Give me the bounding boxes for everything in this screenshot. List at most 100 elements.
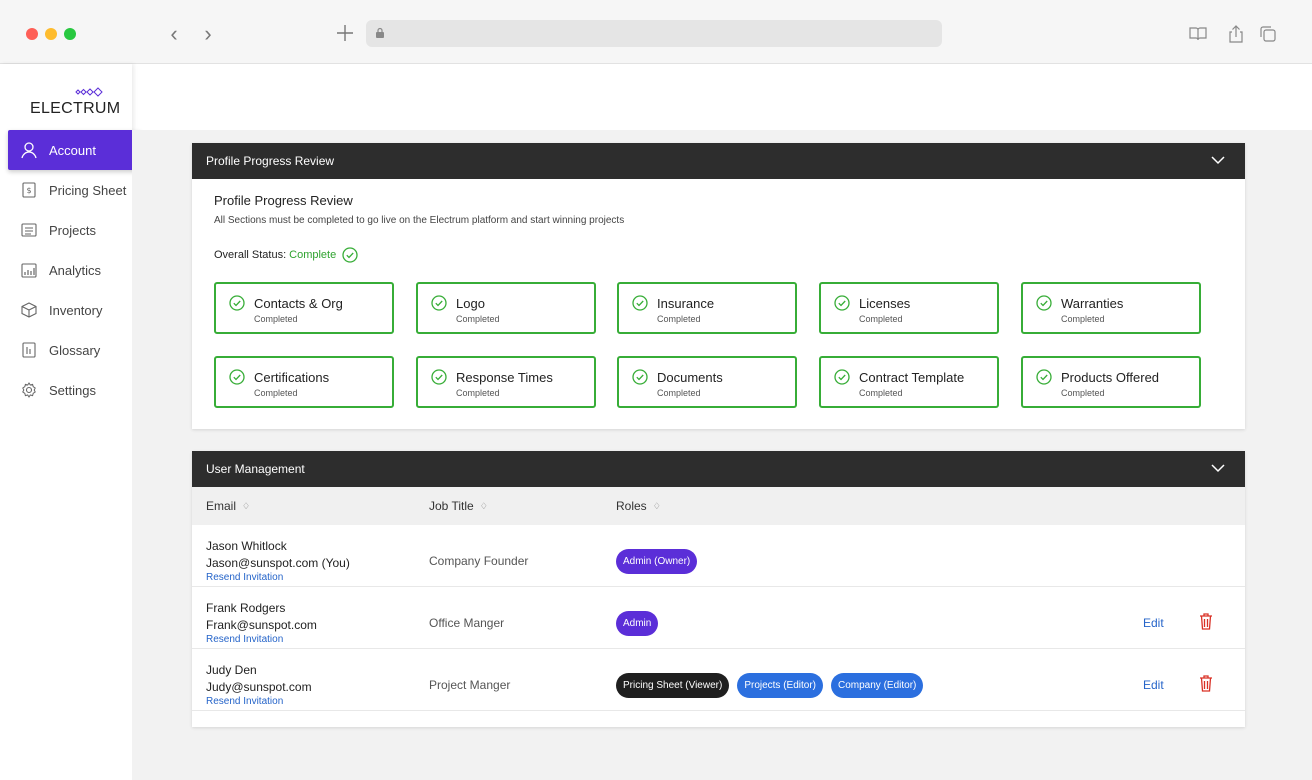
pricing-sheet-icon: $ bbox=[20, 181, 38, 199]
trash-icon[interactable] bbox=[1199, 674, 1213, 692]
section-card[interactable]: Logo Completed bbox=[416, 282, 596, 334]
column-header-email[interactable]: Email ♢ bbox=[206, 499, 250, 513]
sidebar-item-account[interactable]: Account bbox=[8, 130, 141, 170]
main-content: Profile Progress Review Profile Progress… bbox=[132, 130, 1312, 780]
sidebar-item-label: Analytics bbox=[49, 262, 102, 278]
brand-name: ELECTRUM bbox=[30, 100, 121, 117]
check-circle-icon bbox=[431, 295, 447, 311]
forward-arrow-icon[interactable]: › bbox=[198, 22, 218, 46]
sidebar: ELECTRUM Account $ Pricing Sheet Project… bbox=[0, 64, 141, 780]
sidebar-item-label: Inventory bbox=[49, 302, 103, 318]
user-email: Judy@sunspot.com bbox=[206, 680, 312, 694]
user-roles: Admin bbox=[616, 611, 666, 636]
close-window-button[interactable] bbox=[26, 28, 38, 40]
lock-icon bbox=[376, 27, 384, 38]
sidebar-item-analytics[interactable]: Analytics bbox=[8, 250, 141, 290]
chevron-down-icon[interactable] bbox=[1211, 463, 1225, 473]
role-badge[interactable]: Company (Editor) bbox=[831, 673, 924, 698]
check-circle-icon bbox=[342, 247, 358, 263]
section-card-title: Insurance bbox=[657, 296, 715, 311]
section-subtitle: All Sections must be completed to go liv… bbox=[214, 215, 625, 226]
check-circle-icon bbox=[229, 295, 245, 311]
section-card[interactable]: Products Offered Completed bbox=[1021, 356, 1201, 408]
panel-header-title: Profile Progress Review bbox=[206, 154, 335, 168]
table-row: Frank Rodgers Frank@sunspot.com Resend Inv… bbox=[192, 587, 1245, 649]
user-roles: Pricing Sheet (Viewer) Projects (Editor) C… bbox=[616, 673, 931, 698]
role-badge[interactable]: Pricing Sheet (Viewer) bbox=[616, 673, 730, 698]
user-job-title: Office Manger bbox=[429, 616, 505, 630]
electrum-logo[interactable]: ELECTRUM bbox=[30, 86, 120, 120]
section-title: Profile Progress Review bbox=[214, 193, 353, 208]
section-card[interactable]: Insurance Completed bbox=[617, 282, 797, 334]
section-card-title: Warranties bbox=[1061, 296, 1124, 311]
section-card[interactable]: Warranties Completed bbox=[1021, 282, 1201, 334]
minimize-window-button[interactable] bbox=[45, 28, 57, 40]
sidebar-item-pricing-sheet[interactable]: $ Pricing Sheet bbox=[8, 170, 141, 210]
user-roles: Admin (Owner) bbox=[616, 549, 705, 574]
resend-invitation-link[interactable]: Resend Invitation bbox=[206, 696, 283, 707]
check-circle-icon bbox=[834, 295, 850, 311]
inventory-box-icon bbox=[20, 301, 38, 319]
user-name: Jason Whitlock bbox=[206, 539, 287, 553]
sidebar-menu: Account $ Pricing Sheet Projects Analyti… bbox=[8, 130, 141, 410]
section-card-status: Completed bbox=[657, 388, 701, 398]
check-circle-icon bbox=[431, 369, 447, 385]
overall-status-label: Overall Status: bbox=[214, 249, 287, 261]
section-card-title: Products Offered bbox=[1061, 370, 1160, 385]
gear-icon bbox=[20, 381, 38, 399]
new-tab-plus-icon[interactable] bbox=[333, 21, 357, 45]
section-card-title: Logo bbox=[456, 296, 485, 311]
sidebar-item-label: Account bbox=[49, 142, 96, 158]
column-header-job-title[interactable]: Job Title ♢ bbox=[429, 499, 488, 513]
role-badge[interactable]: Admin bbox=[616, 611, 659, 636]
sidebar-item-settings[interactable]: Settings bbox=[8, 370, 141, 410]
sidebar-item-projects[interactable]: Projects bbox=[8, 210, 141, 250]
user-name: Frank Rodgers bbox=[206, 601, 286, 615]
tabs-overview-icon[interactable] bbox=[1258, 24, 1278, 44]
chevron-down-icon[interactable] bbox=[1211, 155, 1225, 165]
section-card[interactable]: Licenses Completed bbox=[819, 282, 999, 334]
resend-invitation-link[interactable]: Resend Invitation bbox=[206, 572, 283, 583]
section-card-title: Contract Template bbox=[859, 370, 965, 385]
section-card-title: Contacts & Org bbox=[254, 296, 343, 311]
role-badge[interactable]: Admin (Owner) bbox=[616, 549, 698, 574]
sidebar-item-label: Pricing Sheet bbox=[49, 182, 127, 198]
trash-icon[interactable] bbox=[1199, 612, 1213, 630]
section-card-status: Completed bbox=[859, 388, 903, 398]
edit-user-button[interactable]: Edit bbox=[1143, 678, 1164, 692]
sidebar-item-glossary[interactable]: Glossary bbox=[8, 330, 141, 370]
user-job-title: Company Founder bbox=[429, 554, 529, 568]
back-arrow-icon[interactable]: ‹ bbox=[164, 22, 184, 46]
edit-user-button[interactable]: Edit bbox=[1143, 616, 1164, 630]
glossary-icon bbox=[20, 341, 38, 359]
column-header-roles[interactable]: Roles ♢ bbox=[616, 499, 661, 513]
sidebar-item-label: Projects bbox=[49, 222, 96, 238]
section-card-status: Completed bbox=[1061, 388, 1105, 398]
overall-status-value: Complete bbox=[289, 249, 337, 261]
section-card-title: Response Times bbox=[456, 370, 553, 385]
resend-invitation-link[interactable]: Resend Invitation bbox=[206, 634, 283, 645]
section-card[interactable]: Contacts & Org Completed bbox=[214, 282, 394, 334]
logo-diamonds-icon bbox=[75, 87, 103, 97]
maximize-window-button[interactable] bbox=[64, 28, 76, 40]
section-card-title: Documents bbox=[657, 370, 723, 385]
section-card-title: Licenses bbox=[859, 296, 911, 311]
section-card-status: Completed bbox=[456, 388, 500, 398]
section-card[interactable]: Documents Completed bbox=[617, 356, 797, 408]
reader-book-icon[interactable] bbox=[1188, 24, 1208, 44]
table-row: Judy Den Judy@sunspot.com Resend Invitatio… bbox=[192, 649, 1245, 711]
user-management-panel: User Management Email ♢ Job Title ♢ Role… bbox=[192, 451, 1245, 727]
section-card-status: Completed bbox=[859, 314, 903, 324]
section-card[interactable]: Contract Template Completed bbox=[819, 356, 999, 408]
section-card[interactable]: Response Times Completed bbox=[416, 356, 596, 408]
panel-header-title: User Management bbox=[206, 462, 305, 476]
sidebar-item-inventory[interactable]: Inventory bbox=[8, 290, 141, 330]
address-bar[interactable] bbox=[366, 20, 942, 47]
share-icon[interactable] bbox=[1226, 24, 1246, 44]
section-card-title: Certifications bbox=[254, 370, 330, 385]
section-card-status: Completed bbox=[254, 388, 298, 398]
role-badge[interactable]: Projects (Editor) bbox=[737, 673, 823, 698]
check-circle-icon bbox=[632, 369, 648, 385]
section-card[interactable]: Certifications Completed bbox=[214, 356, 394, 408]
analytics-icon bbox=[20, 261, 38, 279]
